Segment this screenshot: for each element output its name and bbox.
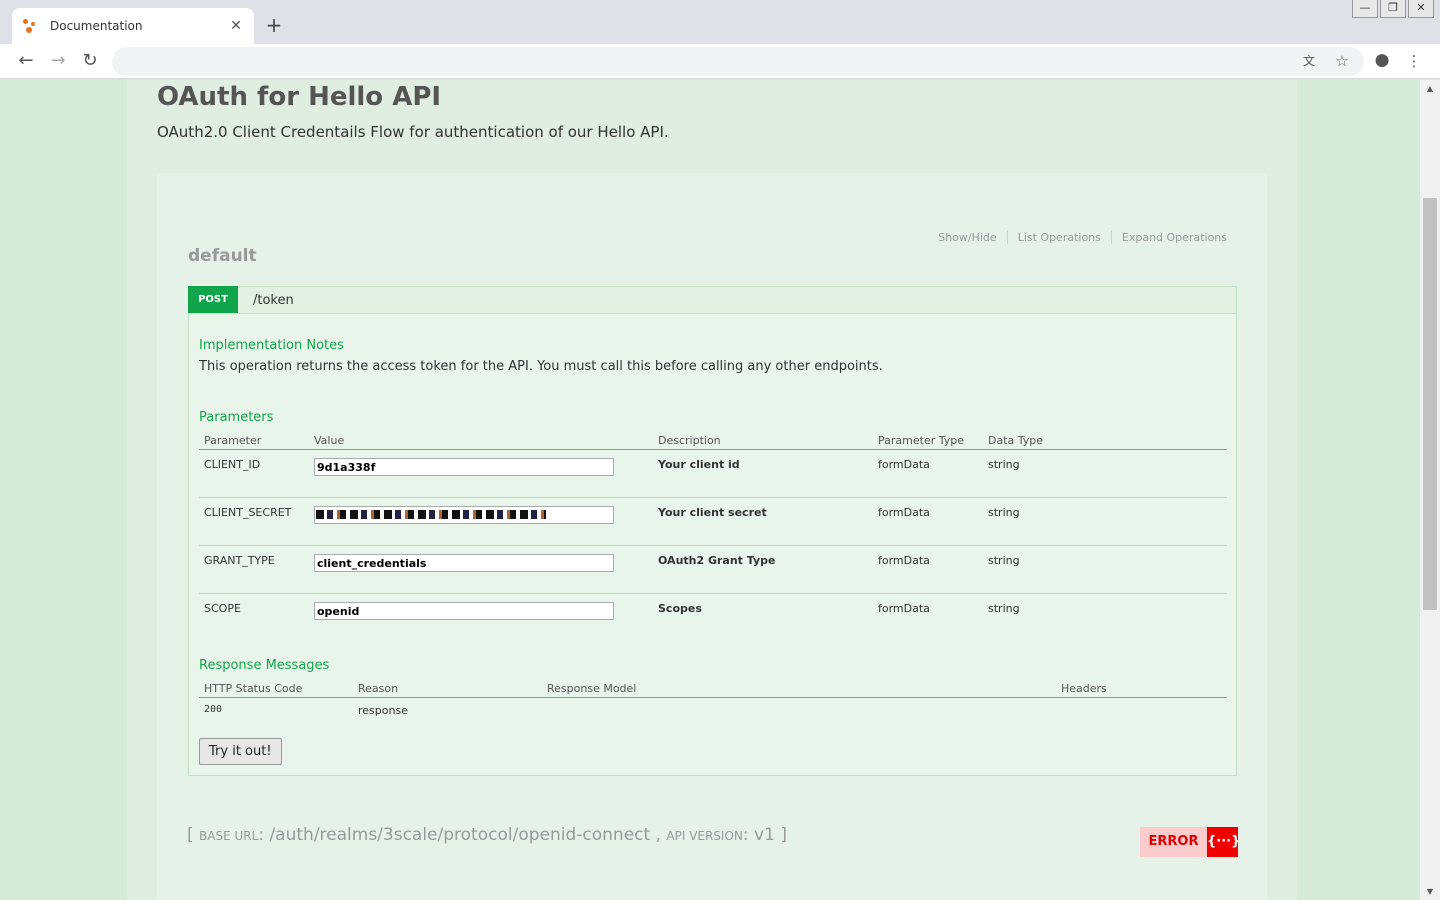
profile-icon[interactable]: ● [1372,50,1392,70]
param-name: CLIENT_SECRET [199,497,309,546]
browser-tab[interactable]: Documentation ✕ [12,8,254,44]
response-header: Reason [353,678,542,698]
response-reason: response [358,704,408,717]
param-name: CLIENT_ID [199,449,309,498]
data-type: string [983,545,1227,594]
implementation-notes-title: Implementation Notes [199,338,344,353]
bookmark-star-icon[interactable]: ☆ [1332,52,1352,70]
param-header: Description [653,430,873,450]
try-it-out-button[interactable]: Try it out! [199,738,282,765]
validator-badge[interactable]: ERROR {···} [1140,827,1240,857]
param-type: formData [873,545,983,594]
client-secret-input[interactable] [314,506,614,524]
implementation-notes: This operation returns the access token … [199,359,883,374]
swagger-container: OAuth for Hello API OAuth2.0 Client Cred… [127,80,1297,900]
response-messages-title: Response Messages [199,658,330,673]
response-model [542,698,1056,724]
page-subtitle: OAuth2.0 Client Credentails Flow for aut… [157,123,669,141]
operation-header[interactable]: POST /token [188,286,1236,314]
response-table: HTTP Status Code Reason Response Model H… [199,678,1227,724]
method-badge[interactable]: POST [188,286,238,313]
expand-operations-link[interactable]: Expand Operations [1112,231,1227,244]
param-name: SCOPE [204,602,241,615]
scrollbar[interactable]: ▲ ▼ [1420,80,1440,900]
param-type: formData [873,449,983,498]
response-headers [1056,698,1227,724]
window-close-button[interactable]: ✕ [1408,0,1434,18]
scrollbar-thumb[interactable] [1423,198,1437,610]
table-row: SCOPE Scopes formData string [199,594,1227,642]
data-type: string [983,497,1227,546]
parameters-title: Parameters [199,410,274,425]
restore-button[interactable]: ❐ [1380,0,1406,18]
table-row: GRANT_TYPE OAuth2 Grant Type formData st… [199,545,1227,594]
tab-strip: Documentation ✕ + — ❐ ✕ [0,0,1440,44]
param-header: Parameter Type [873,430,983,450]
translate-icon[interactable]: 文 [1299,52,1319,69]
back-icon[interactable]: ← [14,50,38,72]
minimize-button[interactable]: — [1352,0,1378,18]
operation-post-token: POST /token Implementation Notes This op… [188,286,1237,776]
scope-input[interactable] [314,602,614,620]
api-version-value: v1 [754,825,775,845]
tab-title: Documentation [50,19,143,33]
param-description: Your client secret [653,497,873,546]
new-tab-button[interactable]: + [264,14,284,36]
api-version-label: API VERSION [666,829,743,843]
base-url-label: BASE URL [199,829,259,843]
list-operations-link[interactable]: List Operations [1008,231,1112,244]
table-row: 200 response [199,698,1227,724]
footer-base-url: [ BASE URL: /auth/realms/3scale/protocol… [187,825,787,845]
resource-links: Show/Hide List Operations Expand Operati… [928,231,1227,244]
browser-toolbar: ← → ↻ 文 ☆ ● ⋮ [0,44,1440,79]
base-url-value: /auth/realms/3scale/protocol/openid-conn… [269,825,651,845]
window-controls: — ❐ ✕ [1350,0,1434,18]
status-code: 200 [204,704,223,715]
show-hide-link[interactable]: Show/Hide [928,231,1008,244]
response-header: Headers [1056,678,1227,698]
menu-dots-icon[interactable]: ⋮ [1404,52,1424,70]
data-type: string [983,449,1227,498]
scroll-down-icon[interactable]: ▼ [1420,887,1440,896]
table-row: CLIENT_ID Your client id formData string [199,449,1227,498]
table-row: CLIENT_SECRET Your client secret formDat… [199,497,1227,546]
address-bar[interactable] [112,47,1364,76]
param-header: Data Type [983,430,1227,450]
parameters-table: Parameter Value Description Parameter Ty… [199,430,1227,642]
page-viewport: OAuth for Hello API OAuth2.0 Client Cred… [0,80,1420,900]
resource-panel: default Show/Hide List Operations Expand… [157,173,1267,900]
tab-close-icon[interactable]: ✕ [228,18,244,34]
forward-icon[interactable]: → [46,50,70,72]
param-header: Value [309,430,653,450]
error-label: ERROR [1140,827,1207,857]
operation-path[interactable]: /token [253,293,294,308]
param-name: GRANT_TYPE [199,545,309,594]
resource-name[interactable]: default [188,246,257,266]
client-id-input[interactable] [314,458,614,476]
grant-type-input[interactable] [314,554,614,572]
response-header: Response Model [542,678,1056,698]
scroll-up-icon[interactable]: ▲ [1420,84,1440,93]
param-description: OAuth2 Grant Type [653,545,873,594]
redacted-secret [316,510,546,519]
param-header: Parameter [199,430,309,450]
response-header: HTTP Status Code [199,678,353,698]
param-type: formData [873,497,983,546]
json-braces-icon: {···} [1207,827,1240,857]
favicon-icon [22,18,38,34]
param-type: formData [878,602,930,615]
page-title: OAuth for Hello API [157,82,442,112]
param-description: Your client id [653,449,873,498]
param-description: Scopes [658,602,702,615]
data-type: string [988,602,1020,615]
reload-icon[interactable]: ↻ [78,50,102,72]
